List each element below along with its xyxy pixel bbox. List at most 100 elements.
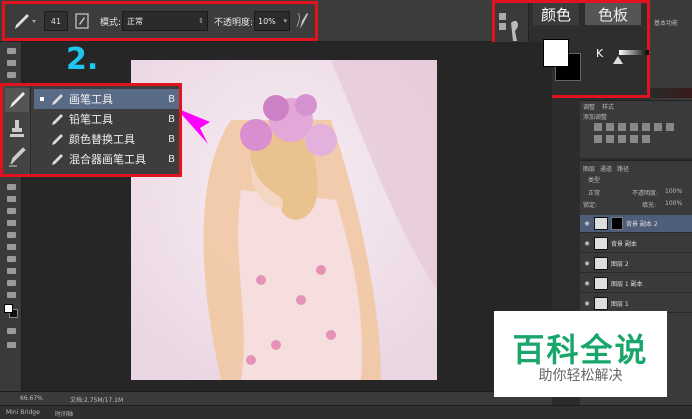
brush-size-value: 41 <box>50 16 62 26</box>
tab-layers[interactable]: 图层 <box>583 164 595 173</box>
layer-row[interactable]: ◉ 背景 副本 2 <box>580 215 692 233</box>
foreground-swatch[interactable] <box>4 304 13 313</box>
chevron-down-icon: ▾ <box>283 17 287 25</box>
brush-size-picker[interactable]: 41 <box>44 11 68 31</box>
layer-name: 图层 1 <box>611 301 629 308</box>
tab-channels[interactable]: 通道 <box>600 164 612 173</box>
photo-filter-icon[interactable] <box>606 135 614 143</box>
adjustments-panel: 调整 样式 添加调整 <box>580 100 692 158</box>
layer-name: 背景 副本 <box>611 241 637 248</box>
tool-group-column <box>3 86 31 174</box>
layer-name: 图层 2 <box>611 261 629 268</box>
workspace-label[interactable]: 基本功能 <box>654 18 678 27</box>
pencil-icon <box>52 114 63 125</box>
adjustment-icons <box>594 123 684 143</box>
blur-tool-icon[interactable] <box>4 206 18 216</box>
layer-opacity-label: 不透明度: <box>632 190 659 197</box>
vibrance-icon[interactable] <box>642 123 650 131</box>
flyout-item[interactable]: 颜色替换工具 B <box>34 129 179 149</box>
visibility-eye-icon[interactable]: ◉ <box>580 220 594 227</box>
tool-flyout-frame: 画笔工具 B 铅笔工具 B 颜色替换工具 B 混合器画笔工具 B <box>0 83 182 177</box>
flyout-item-shortcut: B <box>168 113 175 125</box>
hue-icon[interactable] <box>654 123 662 131</box>
color-replacement-icon <box>52 134 63 145</box>
bw-icon[interactable] <box>594 135 602 143</box>
type-tool-icon[interactable] <box>4 242 18 252</box>
posterize-icon[interactable] <box>642 135 650 143</box>
opacity-label: 不透明度: <box>214 17 254 28</box>
dodge-tool-icon[interactable] <box>4 218 18 228</box>
layer-row[interactable]: ◉ 图层 2 <box>580 255 692 273</box>
color-ramp[interactable] <box>650 88 692 98</box>
bottom-panel-tabs: Mini Bridge 时间轴 <box>0 405 692 419</box>
levels-icon[interactable] <box>606 123 614 131</box>
visibility-eye-icon[interactable]: ◉ <box>580 260 594 267</box>
invert-icon[interactable] <box>630 135 638 143</box>
mode-select[interactable]: 正常 ⇕ <box>122 11 208 31</box>
tab-swatches[interactable]: 色板 <box>585 3 641 25</box>
layer-thumbnail <box>594 237 608 250</box>
tab-paths[interactable]: 路径 <box>617 164 629 173</box>
flyout-item-shortcut: B <box>168 153 175 165</box>
eraser-tool-icon[interactable] <box>4 182 18 192</box>
marquee-tool-icon[interactable] <box>4 58 18 68</box>
visibility-eye-icon[interactable]: ◉ <box>580 300 594 307</box>
exposure-icon[interactable] <box>630 123 638 131</box>
k-slider-thumb[interactable] <box>613 56 623 64</box>
pen-tool-icon[interactable] <box>4 230 18 240</box>
move-tool-icon[interactable] <box>4 46 18 56</box>
balance-icon[interactable] <box>666 123 674 131</box>
visibility-eye-icon[interactable]: ◉ <box>580 280 594 287</box>
gradient-tool-icon[interactable] <box>4 194 18 204</box>
quick-mask-icon[interactable] <box>4 326 18 336</box>
layer-thumbnail <box>594 257 608 270</box>
fill-label: 填充: <box>642 202 657 209</box>
tab-color[interactable]: 颜色 <box>533 3 579 25</box>
screen-mode-icon[interactable] <box>4 340 18 350</box>
layer-mask-thumbnail[interactable] <box>611 217 623 230</box>
flyout-item-label: 颜色替换工具 <box>69 133 135 146</box>
k-slider[interactable] <box>619 50 649 55</box>
fill-value[interactable]: 100% <box>665 200 682 207</box>
shape-tool-icon[interactable] <box>4 266 18 276</box>
layer-kind-filter[interactable]: 类型 <box>588 175 600 184</box>
mode-value: 正常 <box>127 16 143 26</box>
tab-styles[interactable]: 样式 <box>602 102 614 111</box>
tab-adjustments[interactable]: 调整 <box>583 102 595 111</box>
status-bar: 66.67% 文档:2.75M/17.1M <box>0 391 552 405</box>
document-info[interactable]: 文档:2.75M/17.1M <box>70 395 123 404</box>
flyout-item-shortcut: B <box>168 133 175 145</box>
watermark: 百科全说 助你轻松解决 <box>494 311 667 397</box>
layer-blend-mode[interactable]: 正常 <box>588 188 600 197</box>
pressure-opacity-icon[interactable] <box>295 11 311 31</box>
flyout-item-label: 铅笔工具 <box>69 113 113 126</box>
curves-icon[interactable] <box>618 123 626 131</box>
brush-panel-icon[interactable] <box>75 11 89 31</box>
tab-timeline[interactable]: 时间轴 <box>55 409 73 418</box>
layer-row[interactable]: ◉ 图层 1 副本 <box>580 275 692 293</box>
workspace-strip: 基本功能 <box>650 0 692 100</box>
brush-tool-icon[interactable] <box>12 11 38 31</box>
mode-label: 模式: <box>100 17 122 28</box>
mixer-brush-icon <box>52 154 63 165</box>
layer-name: 图层 1 副本 <box>611 281 643 288</box>
flyout-item[interactable]: 混合器画笔工具 B <box>34 149 179 169</box>
flyout-item-label: 画笔工具 <box>69 93 113 106</box>
layer-opacity-value[interactable]: 100% <box>665 188 682 195</box>
flyout-item[interactable]: 画笔工具 B <box>34 89 179 109</box>
zoom-level[interactable]: 66.67% <box>20 395 43 402</box>
zoom-tool-icon[interactable] <box>4 290 18 300</box>
visibility-eye-icon[interactable]: ◉ <box>580 240 594 247</box>
lasso-tool-icon[interactable] <box>4 70 18 80</box>
channel-mixer-icon[interactable] <box>618 135 626 143</box>
layer-thumbnail <box>594 297 608 310</box>
layer-row[interactable]: ◉ 背景 副本 <box>580 235 692 253</box>
tab-mini-bridge[interactable]: Mini Bridge <box>6 409 40 416</box>
path-select-tool-icon[interactable] <box>4 254 18 264</box>
foreground-color-swatch-front[interactable] <box>543 39 569 67</box>
opacity-value: 10% <box>258 16 276 26</box>
opacity-input[interactable]: 10% ▾ <box>254 11 290 31</box>
hand-tool-icon[interactable] <box>4 278 18 288</box>
brightness-icon[interactable] <box>594 123 602 131</box>
flyout-item[interactable]: 铅笔工具 B <box>34 109 179 129</box>
